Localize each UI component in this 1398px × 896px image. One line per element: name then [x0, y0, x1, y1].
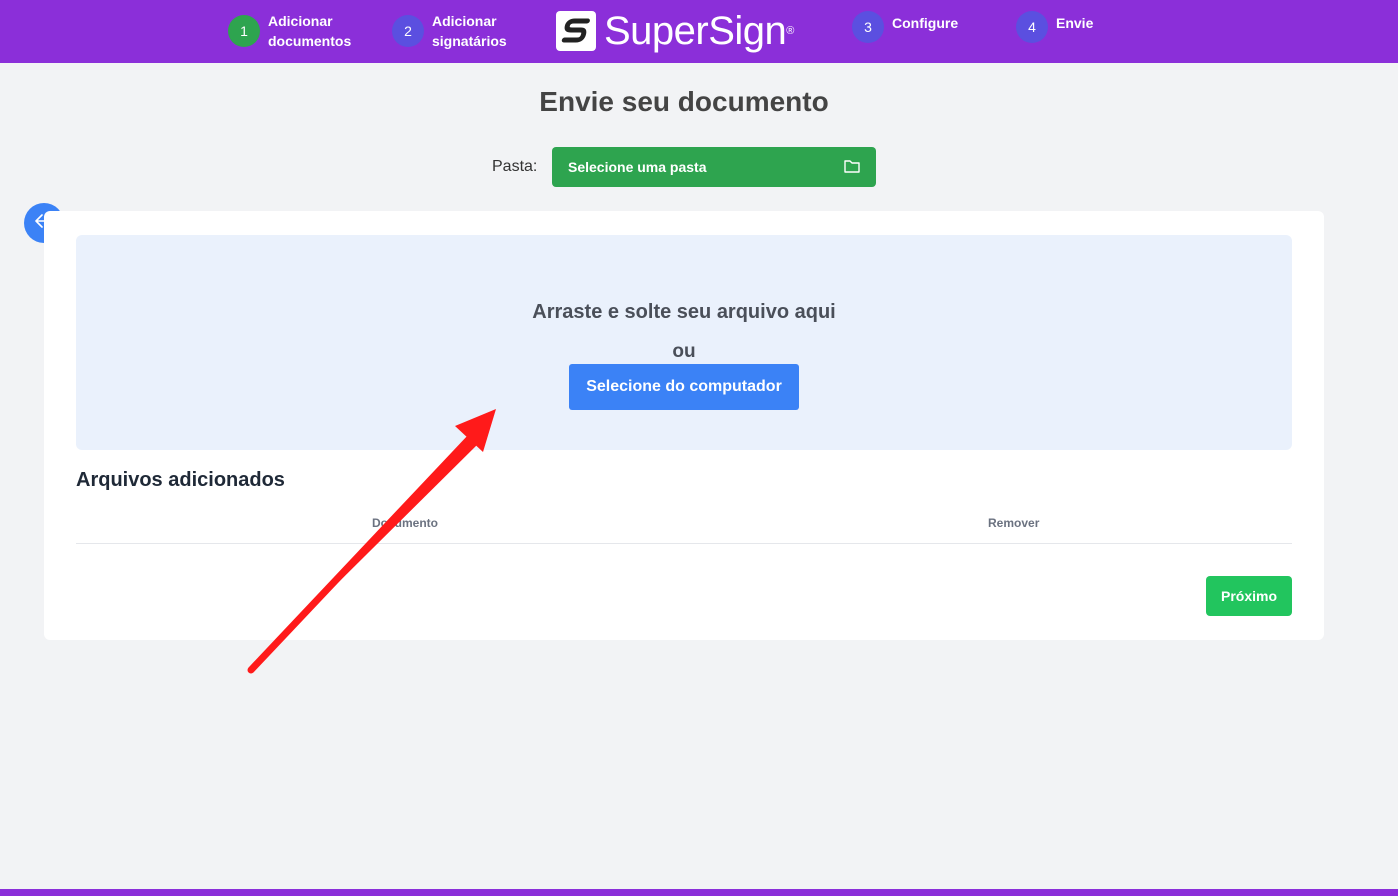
select-from-computer-button[interactable]: Selecione do computador — [569, 364, 799, 410]
folder-select-text: Selecione uma pasta — [568, 159, 707, 175]
step-label: Configure — [892, 15, 959, 31]
folder-label: Pasta: — [492, 158, 538, 175]
folder-select[interactable]: Selecione uma pasta — [552, 147, 876, 187]
column-header-document: Documento — [372, 516, 438, 530]
step-label: Adicionar signatários — [432, 13, 507, 49]
added-files-title: Arquivos adicionados — [76, 469, 285, 491]
step-number-badge: 2 — [392, 15, 424, 47]
column-header-remove: Remover — [988, 516, 1040, 530]
supersign-logo: SuperSign ® — [556, 9, 794, 53]
step-configure[interactable]: 3 Configure — [852, 11, 984, 43]
step-label: Adicionar documentos — [268, 13, 352, 49]
step-add-documents[interactable]: 1 Adicionar documentos — [228, 11, 360, 51]
logo-mark-icon — [556, 11, 596, 51]
page-title: Envie seu documento — [539, 86, 829, 117]
step-send[interactable]: 4 Envie — [1016, 11, 1148, 43]
step-label: Envie — [1056, 15, 1094, 31]
file-dropzone[interactable]: Arraste e solte seu arquivo aqui ou Sele… — [76, 235, 1292, 450]
files-table-header: Documento Remover — [76, 507, 1292, 544]
dropzone-or: ou — [672, 341, 696, 362]
step-number-badge: 3 — [852, 11, 884, 43]
top-header: 1 Adicionar documentos 2 Adicionar signa… — [0, 0, 1398, 63]
footer-bar — [0, 889, 1398, 896]
folder-row: Pasta: Selecione uma pasta — [492, 147, 876, 187]
dropzone-text: Arraste e solte seu arquivo aqui — [532, 301, 836, 323]
next-button[interactable]: Próximo — [1206, 576, 1292, 616]
folder-icon — [844, 159, 860, 176]
step-add-signers[interactable]: 2 Adicionar signatários — [392, 11, 524, 51]
step-number-badge: 4 — [1016, 11, 1048, 43]
registered-mark: ® — [786, 25, 795, 37]
step-number-badge: 1 — [228, 15, 260, 47]
logo-text: SuperSign — [604, 9, 787, 53]
upload-card: Arraste e solte seu arquivo aqui ou Sele… — [44, 211, 1324, 640]
